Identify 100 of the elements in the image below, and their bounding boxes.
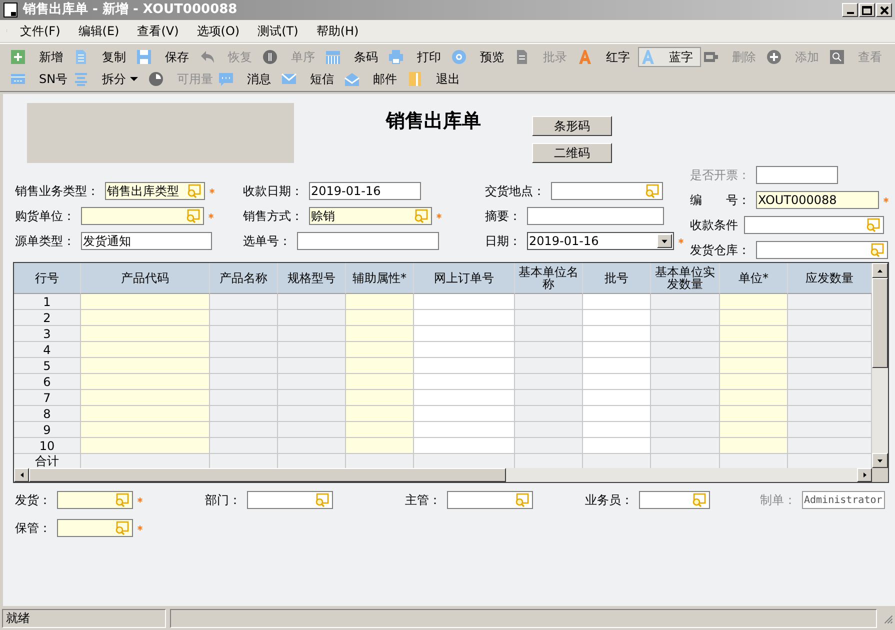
input-field[interactable] (297, 232, 439, 250)
toolbar-button[interactable]: SN号 (8, 69, 71, 89)
table-cell[interactable] (583, 438, 651, 454)
table-cell[interactable] (414, 422, 515, 438)
input-field[interactable] (551, 182, 663, 200)
toolbar-button[interactable]: 复制 (71, 47, 134, 67)
minimize-button[interactable] (842, 3, 858, 17)
table-cell[interactable] (81, 342, 210, 358)
menu-item[interactable]: 测试(T) (252, 22, 304, 40)
dropdown-button[interactable] (657, 234, 672, 248)
table-cell[interactable] (583, 406, 651, 422)
input-field[interactable] (81, 207, 204, 225)
toolbar-button[interactable]: 消息 (216, 69, 279, 89)
field-label: 是否开票： (690, 167, 750, 184)
input-field[interactable]: 发货通知 (81, 232, 212, 250)
table-cell[interactable] (414, 326, 515, 342)
input-field[interactable] (247, 491, 333, 509)
table-cell[interactable] (414, 438, 515, 454)
table-cell[interactable] (414, 406, 515, 422)
toolbar-button[interactable]: 蓝字 (638, 47, 701, 67)
table-cell[interactable] (414, 374, 515, 390)
input-field[interactable]: XOUT000088 (756, 191, 879, 209)
search-icon (869, 242, 885, 258)
form-button[interactable]: 二维码 (532, 143, 612, 163)
menu-item[interactable]: 选项(O) (190, 22, 246, 40)
toolbar-button[interactable]: 邮件 (342, 69, 405, 89)
horizontal-scrollbar[interactable] (14, 468, 872, 482)
table-cell[interactable] (583, 310, 651, 326)
input-field[interactable]: 2019-01-16 (527, 232, 674, 250)
table-cell[interactable] (81, 310, 210, 326)
table-cell[interactable] (720, 310, 788, 326)
table-cell[interactable] (346, 374, 414, 390)
table-cell[interactable] (414, 310, 515, 326)
table-cell[interactable] (346, 406, 414, 422)
input-field[interactable]: 销售出库类型 (105, 182, 205, 200)
table-cell[interactable] (81, 358, 210, 374)
input-field[interactable]: 赊销 (309, 207, 432, 225)
toolbar-button[interactable]: 短信 (279, 69, 342, 89)
table-cell[interactable] (346, 342, 414, 358)
table-cell[interactable] (346, 326, 414, 342)
table-cell[interactable] (81, 294, 210, 310)
table-cell[interactable] (583, 326, 651, 342)
close-button[interactable] (876, 3, 892, 17)
table-cell[interactable] (346, 390, 414, 406)
table-cell[interactable] (720, 374, 788, 390)
table-cell[interactable] (81, 374, 210, 390)
table-cell[interactable] (346, 358, 414, 374)
input-field[interactable] (527, 207, 664, 225)
table-cell[interactable] (720, 342, 788, 358)
table-cell[interactable] (583, 358, 651, 374)
table-cell[interactable] (720, 294, 788, 310)
maximize-button[interactable] (859, 3, 875, 17)
toolbar-button[interactable]: 退出 (405, 69, 468, 89)
input-field[interactable]: 2019-01-16 (309, 182, 421, 200)
input-field[interactable] (756, 241, 888, 259)
table-cell[interactable] (81, 390, 210, 406)
input-field[interactable] (639, 491, 710, 509)
table-cell[interactable] (583, 374, 651, 390)
table-cell[interactable] (720, 406, 788, 422)
table-cell[interactable] (81, 438, 210, 454)
table-cell[interactable] (81, 406, 210, 422)
table-cell[interactable] (720, 326, 788, 342)
table-cell[interactable] (720, 358, 788, 374)
table-cell[interactable] (346, 310, 414, 326)
input-field[interactable] (57, 491, 133, 509)
input-field[interactable] (447, 491, 533, 509)
menu-item[interactable]: 文件(F) (14, 22, 66, 40)
form-button[interactable]: 条形码 (532, 116, 612, 136)
menu-item[interactable]: 帮助(H) (310, 22, 365, 40)
table-cell[interactable] (81, 422, 210, 438)
input-field[interactable]: Administrator (802, 491, 885, 509)
toolbar-button[interactable]: 拆分 (71, 69, 146, 89)
vertical-scrollbar[interactable] (872, 263, 888, 468)
input-field[interactable] (756, 166, 838, 184)
menu-item[interactable]: 查看(V) (131, 22, 185, 40)
table-cell[interactable] (583, 294, 651, 310)
toolbar-button[interactable]: 红字 (575, 47, 638, 67)
field-label: 业务员： (585, 492, 633, 509)
table-cell[interactable] (720, 422, 788, 438)
table-cell[interactable] (720, 438, 788, 454)
menu-item[interactable]: 编辑(E) (72, 22, 126, 40)
toolbar-button[interactable]: 预览 (449, 47, 512, 67)
table-cell[interactable] (346, 422, 414, 438)
table-cell[interactable] (81, 326, 210, 342)
table-cell[interactable] (720, 390, 788, 406)
toolbar-button[interactable]: 打印 (386, 47, 449, 67)
toolbar-button[interactable]: 条码 (323, 47, 386, 67)
input-field[interactable] (57, 519, 133, 537)
toolbar-button[interactable]: 保存 (134, 47, 197, 67)
table-cell[interactable] (346, 294, 414, 310)
table-cell[interactable] (414, 294, 515, 310)
table-cell[interactable] (583, 342, 651, 358)
table-cell[interactable] (583, 422, 651, 438)
table-cell[interactable] (414, 358, 515, 374)
table-cell[interactable] (414, 342, 515, 358)
table-cell[interactable] (346, 438, 414, 454)
table-cell[interactable] (583, 390, 651, 406)
input-field[interactable] (744, 216, 884, 234)
table-cell[interactable] (414, 390, 515, 406)
toolbar-button[interactable]: 新增 (8, 47, 71, 67)
